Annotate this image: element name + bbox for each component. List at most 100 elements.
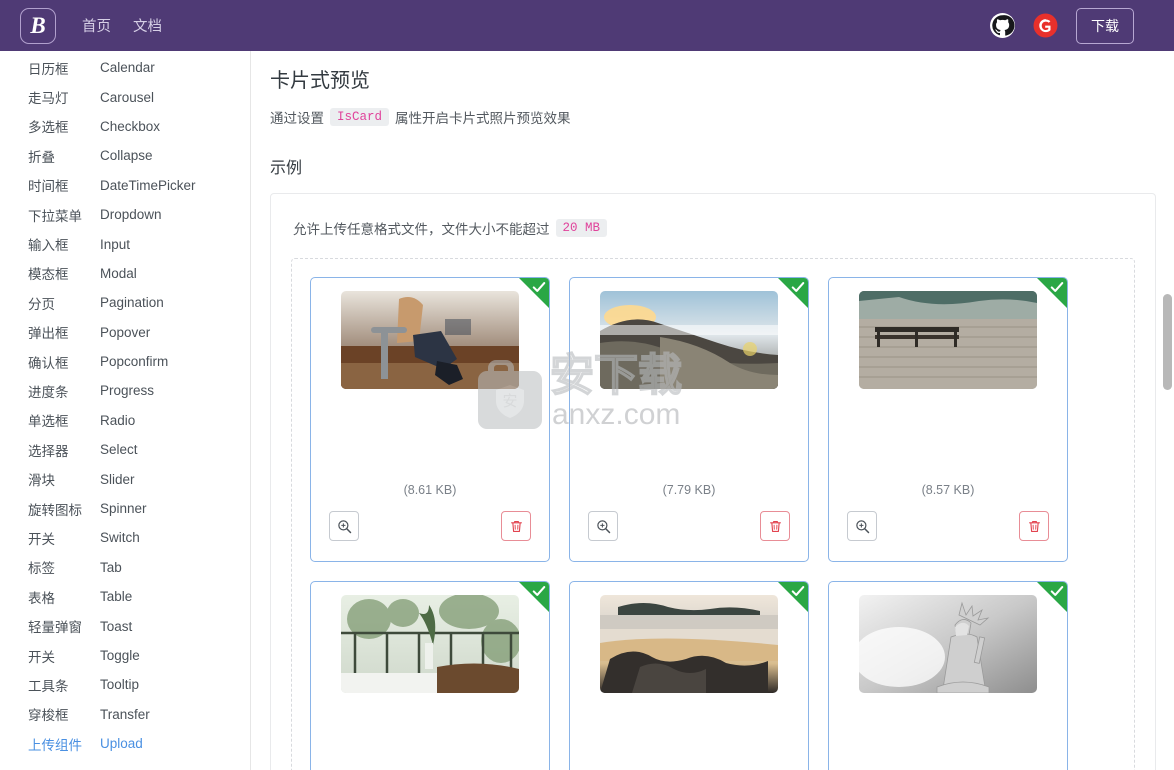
- delete-button[interactable]: [1019, 511, 1049, 541]
- zoom-in-button[interactable]: [847, 511, 877, 541]
- zoom-in-button[interactable]: [588, 511, 618, 541]
- sidebar-item-collapse[interactable]: 折叠 Collapse: [0, 141, 250, 170]
- file-size-label: (8.57 KB): [921, 483, 975, 497]
- sidebar-item-table[interactable]: 表格 Table: [0, 582, 250, 611]
- zoom-in-icon: [855, 519, 869, 533]
- sidebar-item-tooltip[interactable]: 工具条 Tooltip: [0, 670, 250, 699]
- sidebar-item-label-en: Tab: [100, 559, 122, 575]
- card-actions: [329, 511, 531, 541]
- top-header: B 首页 文档 下载: [0, 0, 1174, 51]
- sidebar-item-label-cn: 时间框: [28, 179, 69, 195]
- delete-button[interactable]: [760, 511, 790, 541]
- nav-item-home[interactable]: 首页: [82, 15, 111, 36]
- card-actions: [847, 511, 1049, 541]
- file-thumbnail[interactable]: [600, 291, 778, 389]
- page-description-before: 通过设置: [270, 111, 324, 126]
- page-description: 通过设置 IsCard 属性开启卡片式照片预览效果: [270, 107, 1174, 127]
- example-section-title: 示例: [270, 160, 303, 177]
- trash-icon: [769, 520, 781, 532]
- file-thumbnail[interactable]: [859, 291, 1037, 389]
- file-thumbnail[interactable]: [600, 595, 778, 693]
- sidebar-item-label-en: Radio: [100, 412, 136, 428]
- sidebar-item-label-cn: 表格: [28, 590, 55, 606]
- sidebar-item-popconfirm[interactable]: 确认框 Popconfirm: [0, 347, 250, 376]
- sidebar-item-tab[interactable]: 标签 Tab: [0, 553, 250, 582]
- sidebar-item-label-cn: 模态框: [28, 267, 69, 283]
- upload-dropzone[interactable]: (8.61 KB) (7.79 KB) (8.57 KB): [291, 258, 1135, 770]
- upload-card[interactable]: (7.79 KB): [569, 277, 809, 562]
- sidebar-item-toggle[interactable]: 开关 Toggle: [0, 641, 250, 670]
- sidebar-item-pagination[interactable]: 分页 Pagination: [0, 288, 250, 317]
- component-sidebar[interactable]: 日历框 Calendar 走马灯 Carousel 多选框 Checkbox 折叠 Colla…: [0, 51, 251, 770]
- sidebar-item-carousel[interactable]: 走马灯 Carousel: [0, 82, 250, 111]
- download-button[interactable]: 下载: [1076, 7, 1134, 44]
- sidebar-list: 日历框 Calendar 走马灯 Carousel 多选框 Checkbox 折叠 Colla…: [0, 53, 250, 758]
- sidebar-item-radio[interactable]: 单选框 Radio: [0, 406, 250, 435]
- main-content: 卡片式预览 通过设置 IsCard 属性开启卡片式照片预览效果 示例 允许上传任…: [252, 51, 1174, 770]
- sidebar-item-progress[interactable]: 进度条 Progress: [0, 376, 250, 405]
- sidebar-item-toast[interactable]: 轻量弹窗 Toast: [0, 611, 250, 640]
- sidebar-item-label-cn: 穿梭框: [28, 708, 69, 724]
- nav-item-docs[interactable]: 文档: [133, 15, 162, 36]
- check-icon: [791, 586, 805, 596]
- sidebar-item-label-en: Switch: [100, 530, 140, 546]
- sidebar-item-label-en: Toggle: [100, 648, 140, 663]
- site-logo[interactable]: B: [20, 7, 56, 44]
- github-icon[interactable]: [990, 13, 1015, 38]
- sidebar-item-label-cn: 旋转图标: [28, 502, 82, 518]
- sidebar-item-checkbox[interactable]: 多选框 Checkbox: [0, 112, 250, 141]
- sidebar-item-spinner[interactable]: 旋转图标 Spinner: [0, 494, 250, 523]
- zoom-in-button[interactable]: [329, 511, 359, 541]
- sidebar-item-datetimepicker[interactable]: 时间框 DateTimePicker: [0, 171, 250, 200]
- sidebar-item-modal[interactable]: 模态框 Modal: [0, 259, 250, 288]
- sidebar-item-upload[interactable]: 上传组件 Upload: [0, 729, 250, 758]
- sidebar-item-label-cn: 下拉菜单: [28, 208, 82, 224]
- sidebar-item-label-en: Pagination: [100, 295, 164, 311]
- file-thumbnail[interactable]: [859, 595, 1037, 693]
- sidebar-item-label-en: DateTimePicker: [100, 177, 196, 193]
- sidebar-item-transfer[interactable]: 穿梭框 Transfer: [0, 700, 250, 729]
- sidebar-item-dropdown[interactable]: 下拉菜单 Dropdown: [0, 200, 250, 229]
- sidebar-item-label-en: Checkbox: [100, 118, 161, 134]
- sidebar-item-label-cn: 日历框: [28, 61, 69, 77]
- sidebar-item-label-cn: 多选框: [28, 120, 69, 136]
- sidebar-item-label-en: Slider: [100, 471, 135, 487]
- example-demo-box: 允许上传任意格式文件，文件大小不能超过 20 MB (8.61 KB) (7.7…: [270, 193, 1156, 770]
- sidebar-item-select[interactable]: 选择器 Select: [0, 435, 250, 464]
- page-scrollbar-thumb[interactable]: [1163, 294, 1172, 390]
- sidebar-item-label-cn: 标签: [28, 561, 55, 577]
- sidebar-item-label-en: Transfer: [100, 706, 150, 722]
- sidebar-item-slider[interactable]: 滑块 Slider: [0, 464, 250, 493]
- upload-card[interactable]: (8.57 KB): [828, 277, 1068, 562]
- check-icon: [1050, 586, 1064, 596]
- page-description-after: 属性开启卡片式照片预览效果: [395, 111, 571, 126]
- sidebar-item-switch[interactable]: 开关 Switch: [0, 523, 250, 552]
- upload-card[interactable]: [310, 581, 550, 770]
- file-thumbnail[interactable]: [341, 595, 519, 693]
- sidebar-item-label-cn: 工具条: [28, 678, 69, 694]
- sidebar-item-label-en: Popconfirm: [100, 354, 169, 370]
- upload-card[interactable]: [828, 581, 1068, 770]
- sidebar-item-label-en: Progress: [100, 383, 155, 399]
- page-title: 卡片式预览: [270, 70, 370, 92]
- sidebar-item-input[interactable]: 输入框 Input: [0, 229, 250, 258]
- delete-button[interactable]: [501, 511, 531, 541]
- sidebar-item-label-cn: 开关: [28, 531, 55, 547]
- sidebar-item-label-en: Carousel: [100, 89, 155, 105]
- sidebar-item-label-en: Toast: [100, 618, 133, 634]
- sidebar-item-label-cn: 进度条: [28, 384, 69, 400]
- file-thumbnail[interactable]: [341, 291, 519, 389]
- upload-hint-text: 允许上传任意格式文件，文件大小不能超过: [293, 222, 550, 237]
- upload-card[interactable]: (8.61 KB): [310, 277, 550, 562]
- sidebar-item-popover[interactable]: 弹出框 Popover: [0, 318, 250, 347]
- card-actions: [588, 511, 790, 541]
- sidebar-item-label-cn: 确认框: [28, 355, 69, 371]
- upload-card[interactable]: [569, 581, 809, 770]
- gitee-icon[interactable]: [1033, 13, 1058, 38]
- page-scrollbar-track[interactable]: [1160, 51, 1174, 770]
- sidebar-item-label-cn: 上传组件: [28, 737, 82, 753]
- sidebar-item-calendar[interactable]: 日历框 Calendar: [0, 53, 250, 82]
- trash-icon: [510, 520, 522, 532]
- check-icon: [791, 282, 805, 292]
- check-icon: [532, 282, 546, 292]
